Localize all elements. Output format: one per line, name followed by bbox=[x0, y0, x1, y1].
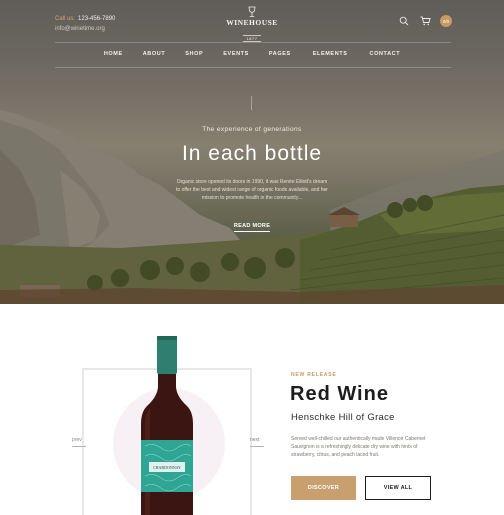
product-description: Served well-chilled our authentically ma… bbox=[291, 436, 426, 458]
header-icons: 0/0 bbox=[398, 15, 452, 27]
nav-item-home[interactable]: HOME bbox=[104, 51, 123, 57]
cart-count-badge[interactable]: 0/0 bbox=[440, 15, 452, 27]
site-logo[interactable]: WINEHOUSE 1877 bbox=[226, 6, 278, 45]
nav-item-elements[interactable]: ELEMENTS bbox=[313, 51, 348, 57]
cart-icon[interactable] bbox=[419, 15, 431, 27]
hero-banner: Call us: 123-456-7890 info@winetime.org W… bbox=[0, 0, 504, 304]
read-more-wrapper: READ MORE bbox=[0, 214, 504, 232]
prev-product-link[interactable]: prev bbox=[72, 437, 86, 447]
nav-item-shop[interactable]: SHOP bbox=[185, 51, 203, 57]
phone-number[interactable]: 123-456-7890 bbox=[78, 16, 115, 22]
bottle-label-text: CHARDONNAY bbox=[153, 465, 181, 470]
view-all-button[interactable]: VIEW ALL bbox=[365, 476, 431, 500]
header-divider bbox=[55, 42, 451, 43]
hero-vertical-line bbox=[251, 96, 252, 110]
product-subtitle: Henschke Hill of Grace bbox=[291, 412, 395, 423]
main-nav: HOME ABOUT SHOP EVENTS PAGES ELEMENTS CO… bbox=[0, 51, 504, 57]
email-address[interactable]: info@winetime.org bbox=[55, 24, 115, 34]
discover-button[interactable]: DISCOVER bbox=[291, 476, 356, 500]
nav-item-events[interactable]: EVENTS bbox=[223, 51, 249, 57]
hero-tagline: The experience of generations bbox=[202, 126, 302, 133]
wine-bottle-image: CHARDONNAY bbox=[141, 336, 193, 515]
page: Call us: 123-456-7890 info@winetime.org W… bbox=[0, 0, 504, 515]
product-title: Red Wine bbox=[290, 383, 389, 405]
wine-glass-crest-icon bbox=[248, 6, 256, 17]
search-icon[interactable] bbox=[398, 15, 410, 27]
nav-item-contact[interactable]: CONTACT bbox=[370, 51, 401, 57]
logo-name: WINEHOUSE bbox=[226, 18, 278, 27]
read-more-link[interactable]: READ MORE bbox=[233, 223, 271, 232]
nav-divider bbox=[55, 67, 451, 68]
new-release-label: NEW RELEASE bbox=[291, 372, 337, 378]
nav-item-pages[interactable]: PAGES bbox=[269, 51, 291, 57]
nav-item-about[interactable]: ABOUT bbox=[143, 51, 166, 57]
next-product-link[interactable]: next bbox=[250, 437, 265, 447]
call-us-label: Call us: bbox=[55, 16, 76, 22]
hero-intro-text: Organic store opened its doors in 1990, … bbox=[176, 179, 328, 201]
contact-info: Call us: 123-456-7890 info@winetime.org bbox=[55, 14, 115, 34]
logo-year: 1877 bbox=[242, 35, 262, 42]
hero-headline: In each bottle bbox=[181, 142, 323, 165]
